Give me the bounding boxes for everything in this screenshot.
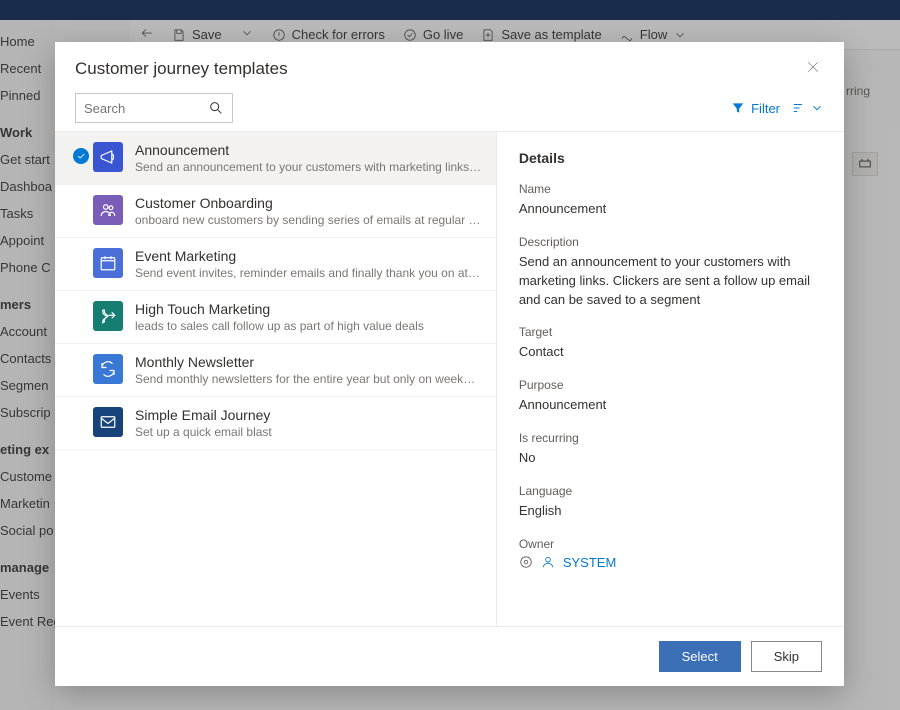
row-text: Announcement Send an announcement to your… (135, 142, 482, 174)
template-icon (93, 142, 123, 172)
details-heading: Details (519, 150, 822, 166)
chevron-down-icon (810, 101, 824, 115)
detail-language-label: Language (519, 484, 822, 498)
template-desc: onboard new customers by sending series … (135, 213, 482, 227)
template-list: Announcement Send an announcement to your… (55, 132, 497, 626)
row-text: Monthly Newsletter Send monthly newslette… (135, 354, 482, 386)
filter-button[interactable]: Filter (731, 101, 780, 116)
row-check (69, 195, 93, 201)
row-text: Customer Onboarding onboard new customers… (135, 195, 482, 227)
detail-owner-label: Owner (519, 537, 822, 551)
close-button[interactable] (802, 56, 824, 81)
sort-button[interactable] (792, 101, 824, 115)
row-text: High Touch Marketing leads to sales call … (135, 301, 482, 333)
template-icon (93, 354, 123, 384)
detail-recurring-value: No (519, 449, 822, 468)
template-icon (93, 407, 123, 437)
select-button[interactable]: Select (659, 641, 741, 672)
close-icon (806, 60, 820, 74)
template-desc: Set up a quick email blast (135, 425, 482, 439)
detail-owner-value-row: SYSTEM (519, 555, 822, 570)
row-check (69, 354, 93, 360)
row-check (69, 248, 93, 254)
template-row[interactable]: Customer Onboarding onboard new customers… (55, 185, 496, 238)
detail-name-value: Announcement (519, 200, 822, 219)
template-icon (93, 301, 123, 331)
template-title: Event Marketing (135, 248, 482, 264)
modal-title: Customer journey templates (75, 59, 288, 79)
search-icon (208, 100, 224, 116)
checkmark-icon (73, 148, 89, 164)
detail-purpose-value: Announcement (519, 396, 822, 415)
detail-name-label: Name (519, 182, 822, 196)
template-title: Simple Email Journey (135, 407, 482, 423)
template-title: Customer Onboarding (135, 195, 482, 211)
template-desc: Send an announcement to your customers w… (135, 160, 482, 174)
skip-button[interactable]: Skip (751, 641, 822, 672)
detail-target-label: Target (519, 325, 822, 339)
modal-footer: Select Skip (55, 627, 844, 686)
template-row[interactable]: Announcement Send an announcement to your… (55, 132, 496, 185)
row-check (69, 407, 93, 413)
detail-purpose-label: Purpose (519, 378, 822, 392)
template-desc: leads to sales call follow up as part of… (135, 319, 482, 333)
detail-desc-label: Description (519, 235, 822, 249)
detail-recurring-label: Is recurring (519, 431, 822, 445)
template-picker-modal: Customer journey templates Filter Announ… (55, 42, 844, 686)
filter-label: Filter (751, 101, 780, 116)
template-row[interactable]: High Touch Marketing leads to sales call … (55, 291, 496, 344)
template-row[interactable]: Simple Email Journey Set up a quick email… (55, 397, 496, 450)
template-icon (93, 248, 123, 278)
template-desc: Send monthly newsletters for the entire … (135, 372, 482, 386)
template-title: Monthly Newsletter (135, 354, 482, 370)
row-text: Simple Email Journey Set up a quick email… (135, 407, 482, 439)
detail-owner-value: SYSTEM (563, 555, 616, 570)
search-box[interactable] (75, 93, 233, 123)
disc-icon (519, 555, 533, 569)
row-check (69, 301, 93, 307)
sort-icon (792, 101, 806, 115)
row-text: Event Marketing Send event invites, remin… (135, 248, 482, 280)
template-title: Announcement (135, 142, 482, 158)
template-row[interactable]: Event Marketing Send event invites, remin… (55, 238, 496, 291)
search-input[interactable] (84, 101, 208, 116)
template-desc: Send event invites, reminder emails and … (135, 266, 482, 280)
modal-toolbar: Filter (55, 89, 844, 131)
template-row[interactable]: Monthly Newsletter Send monthly newslette… (55, 344, 496, 397)
user-icon (541, 555, 555, 569)
modal-body: Announcement Send an announcement to your… (55, 131, 844, 627)
template-icon (93, 195, 123, 225)
detail-desc-value: Send an announcement to your customers w… (519, 253, 822, 310)
funnel-icon (731, 101, 745, 115)
detail-language-value: English (519, 502, 822, 521)
modal-header: Customer journey templates (55, 42, 844, 89)
row-check (69, 142, 93, 164)
details-pane: Details Name Announcement Description Se… (497, 132, 844, 626)
detail-target-value: Contact (519, 343, 822, 362)
template-title: High Touch Marketing (135, 301, 482, 317)
